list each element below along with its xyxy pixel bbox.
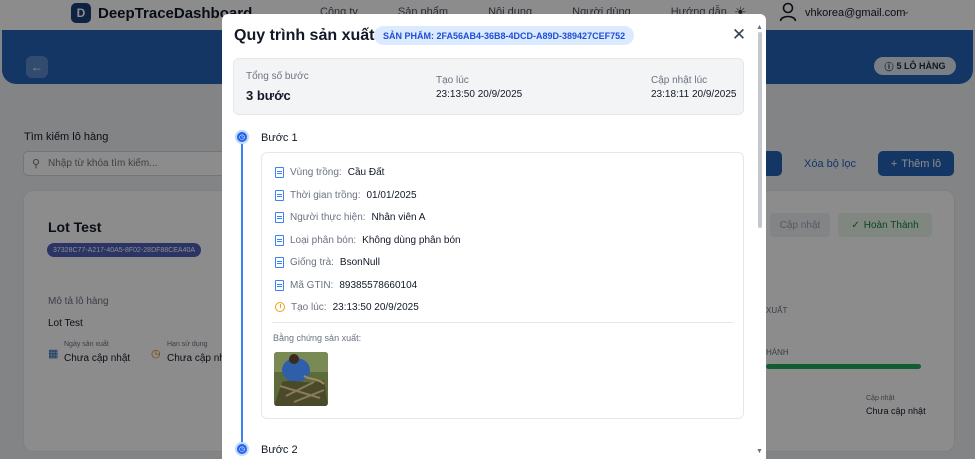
document-icon [275,234,284,246]
total-steps-value: 3 bước [246,88,291,103]
field-value: Nhân viên A [371,211,426,223]
document-icon [275,279,284,291]
field-label: Mã GTIN: [290,279,334,291]
field-label: Giống trà: [290,256,334,268]
divider [272,322,733,323]
created-at-label: Tạo lúc [436,75,469,86]
field-growing-area: Vùng trồng: Cầu Đất [275,165,384,179]
updated-at-value: 23:18:11 20/9/2025 [651,89,737,100]
field-tea-variety: Giống trà: BsonNull [275,255,380,269]
product-id-chip: SẢN PHẨM: 2FA56AB4-36B8-4DCD-A89D-389427… [374,26,635,45]
document-icon [275,256,284,268]
field-gtin: Mã GTIN: 89385578660104 [275,278,417,292]
field-created-at: Tạo lúc: 23:13:50 20/9/2025 [275,300,419,314]
step-1-title: Bước 1 [261,132,298,144]
document-icon [275,166,284,178]
updated-at-label: Cập nhật lúc [651,75,708,86]
field-label: Người thực hiện: [290,211,366,223]
scroll-down-icon[interactable]: ▼ [756,448,763,455]
modal-title: Quy trình sản xuất [234,27,375,44]
field-label: Tạo lúc: [291,301,327,313]
field-value: BsonNull [339,256,380,268]
field-label: Thời gian trồng: [290,189,361,201]
process-summary: Tổng số bước 3 bước Tạo lúc 23:13:50 20/… [233,58,744,115]
step-2-title: Bước 2 [261,444,298,456]
step-clock-icon: ◷ [235,130,249,144]
clock-icon [275,302,285,312]
scroll-thumb[interactable] [758,32,762,228]
step-1-card: Vùng trồng: Cầu Đất Thời gian trồng: 01/… [261,152,744,419]
evidence-photo[interactable] [274,352,328,406]
field-label: Vùng trồng: [290,166,342,178]
field-planting-time: Thời gian trồng: 01/01/2025 [275,188,417,202]
field-value: 89385578660104 [339,279,418,291]
field-value: Không dùng phân bón [362,234,461,246]
scroll-up-icon[interactable]: ▲ [756,24,763,31]
document-icon [275,211,284,223]
modal-scrollbar[interactable]: ▲ ▼ [756,24,764,455]
field-value: Cầu Đất [347,166,385,178]
field-performer: Người thực hiện: Nhân viên A [275,210,425,224]
production-process-modal: Quy trình sản xuất SẢN PHẨM: 2FA56AB4-36… [222,14,766,459]
close-icon[interactable]: ✕ [730,25,748,45]
total-steps-label: Tổng số bước [246,71,309,82]
field-value: 23:13:50 20/9/2025 [332,301,419,313]
field-fertilizer: Loại phân bón: Không dùng phân bón [275,233,461,247]
evidence-label: Bằng chứng sản xuất: [273,333,362,343]
document-icon [275,189,284,201]
field-value: 01/01/2025 [366,189,417,201]
timeline-line [241,136,243,446]
field-label: Loại phân bón: [290,234,357,246]
created-at-value: 23:13:50 20/9/2025 [436,89,523,100]
step-clock-icon: ◷ [235,442,249,456]
